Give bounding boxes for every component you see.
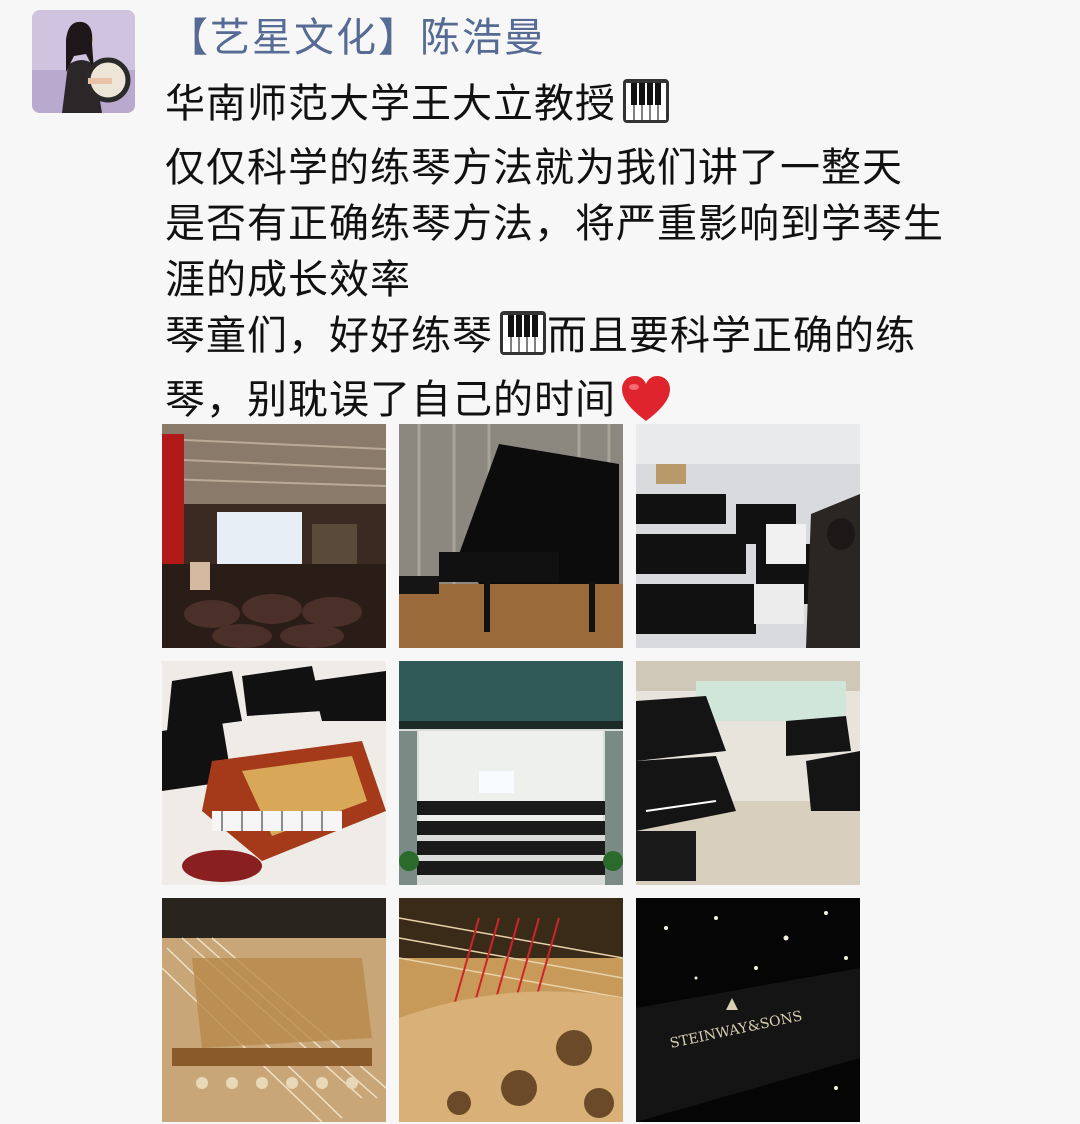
photo-lecture-hall[interactable] [162, 424, 386, 648]
post-line-text: 琴童们，好好练琴 [165, 313, 493, 359]
photo-grid: STEINWAY&SONS [162, 424, 861, 1124]
post-line: 华南师范大学王大立教授 [165, 76, 1035, 140]
photo-piano-practice-room[interactable] [636, 424, 860, 648]
post-author[interactable]: 【艺星文化】陈浩曼 [168, 12, 546, 64]
photo-grand-piano-stage[interactable] [399, 424, 623, 648]
post-line: 琴童们，好好练琴 而且要科学正确的练 [165, 308, 1035, 372]
post-line-text: 华南师范大学王大立教授 [165, 81, 616, 127]
avatar[interactable] [32, 10, 135, 113]
post-line: 是否有正确练琴方法，将严重影响到学琴生 [165, 201, 944, 247]
photo-steinway-closeup[interactable]: STEINWAY&SONS [636, 898, 860, 1122]
photo-piano-showroom-red[interactable] [162, 661, 386, 885]
photo-piano-interior-strings-2[interactable] [399, 898, 623, 1122]
musical-keyboard-icon [499, 309, 547, 372]
photo-piano-interior-strings-1[interactable] [162, 898, 386, 1122]
photo-piano-hall-wide[interactable] [636, 661, 860, 885]
post-line: 涯的成长效率 [165, 257, 411, 303]
post-text: 华南师范大学王大立教授 仅仅科学的练琴方法就为我们讲了一整天 是否有正确练琴方法… [165, 76, 1035, 438]
post-line: 仅仅科学的练琴方法就为我们讲了一整天 [165, 145, 903, 191]
post-line-text: 琴，别耽误了自己的时间 [165, 377, 616, 423]
photo-piano-art-center-entrance[interactable] [399, 661, 623, 885]
post-line-text: 而且要科学正确的练 [547, 313, 916, 359]
musical-keyboard-icon [622, 77, 670, 140]
